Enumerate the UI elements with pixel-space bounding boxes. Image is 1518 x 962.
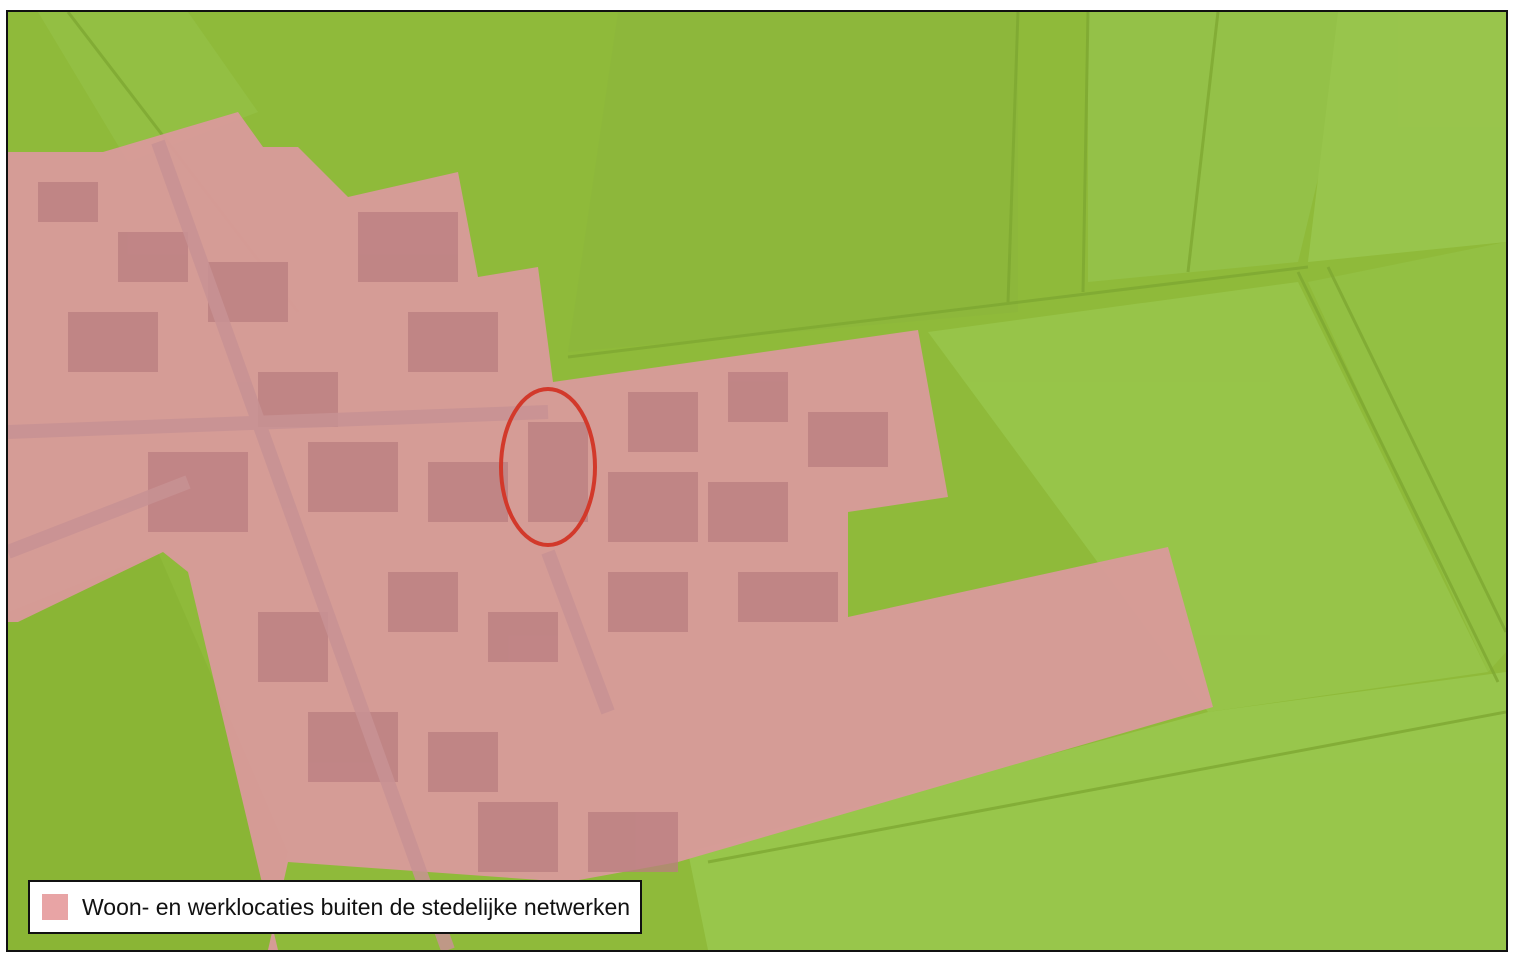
map-viewer[interactable]: Woon- en werklocaties buiten de stedelij… (6, 10, 1508, 952)
map-legend: Woon- en werklocaties buiten de stedelij… (28, 880, 643, 934)
map-canvas[interactable] (8, 12, 1506, 950)
field-parcel (568, 12, 1018, 352)
legend-label: Woon- en werklocaties buiten de stedelij… (82, 893, 631, 920)
field-parcel (1308, 12, 1506, 262)
legend-swatch (42, 894, 68, 920)
